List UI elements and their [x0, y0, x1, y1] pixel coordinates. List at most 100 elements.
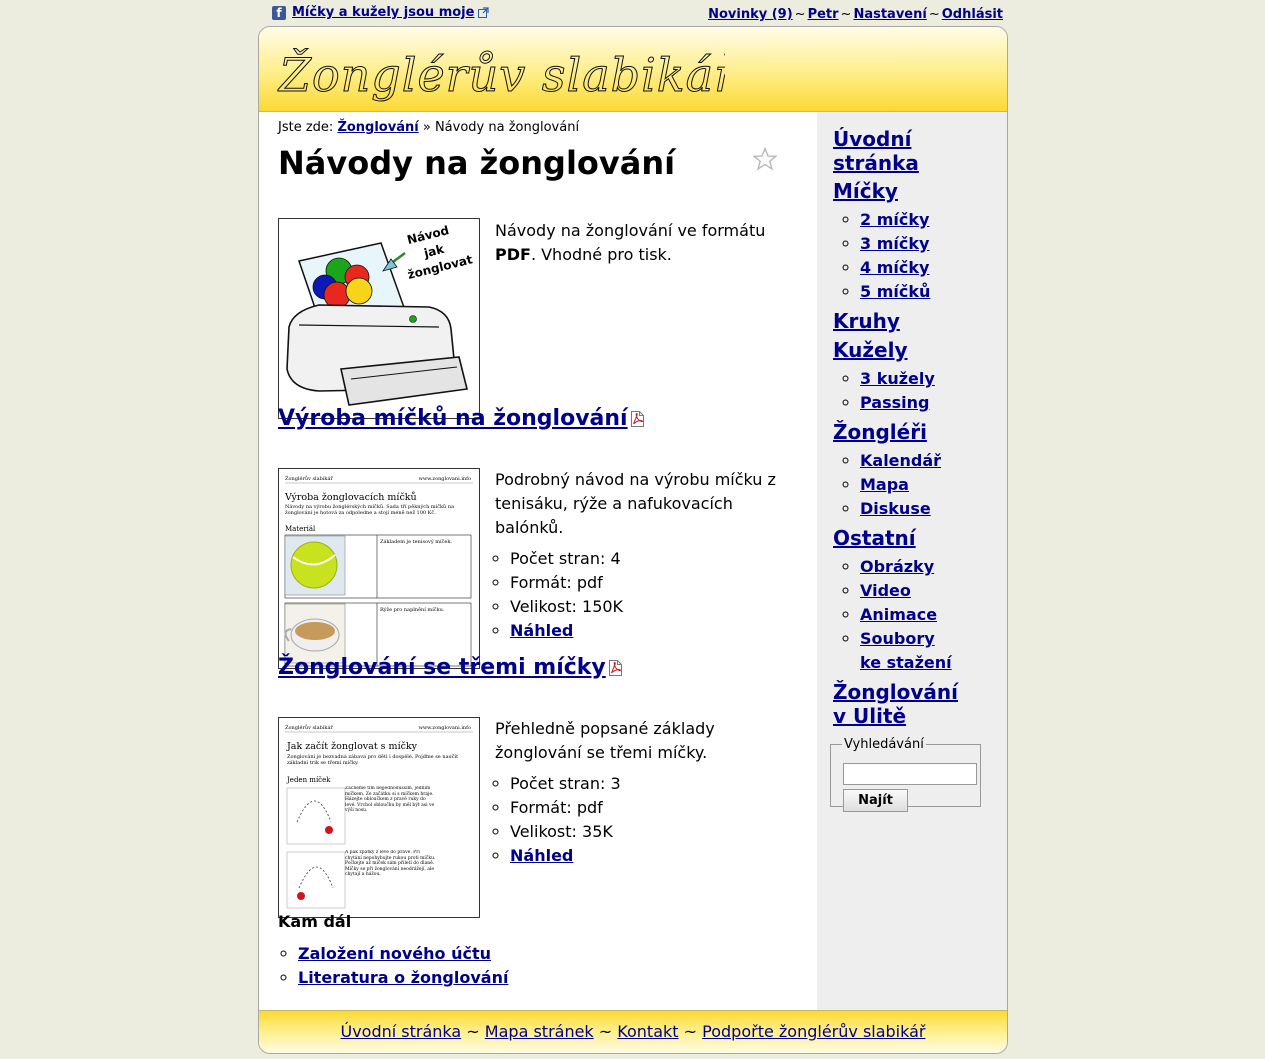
nav-map-link[interactable]: Mapa	[860, 475, 909, 494]
page-frame: Žonglérův slabikář Jste zde: Žonglování …	[258, 26, 1008, 1054]
nav-jugglers-block: Žongléři Kalendář Mapa Diskuse	[833, 420, 941, 521]
thumb-row-text: Základem je tenisový míček.	[380, 538, 452, 545]
nav-images-link[interactable]: Obrázky	[860, 557, 934, 576]
thumb-subheading: Jeden míček	[286, 776, 331, 784]
facebook-link-group: f Míčky a kužely jsou moje	[272, 5, 490, 20]
search-box: Vyhledávání Najít	[830, 737, 981, 812]
nav-ulita-line: Žonglování	[833, 680, 959, 704]
nav-video-link[interactable]: Video	[860, 581, 911, 600]
nav-5-balls-link[interactable]: 5 míčků	[860, 282, 930, 301]
nav-list-item: Obrázky	[860, 555, 952, 579]
separator: ~	[466, 1022, 480, 1041]
document-format: Formát: pdf	[510, 796, 621, 820]
document-pages: Počet stran: 4	[510, 547, 623, 571]
nav-passing-link[interactable]: Passing	[860, 393, 929, 412]
related-list-item: Literatura o žonglování	[298, 966, 508, 990]
separator: ~	[598, 1022, 613, 1041]
nav-rings-link[interactable]: Kruhy	[833, 309, 900, 333]
footer-contact-link[interactable]: Kontakt	[617, 1022, 678, 1041]
pdf-icon	[630, 411, 644, 427]
breadcrumb-current: Návody na žonglování	[434, 120, 580, 135]
document-link[interactable]: Výroba míčků na žonglování	[278, 406, 628, 431]
main-content: Jste zde: Žonglování » Návody na žonglov…	[259, 112, 817, 1010]
footer-sitemap-link[interactable]: Mapa stránek	[485, 1022, 594, 1041]
document-size: Velikost: 35K	[510, 820, 621, 844]
user-bar: f Míčky a kužely jsou moje Novinky (9) ~ P…	[272, 5, 1003, 23]
preview-link[interactable]: Náhled	[510, 621, 573, 640]
settings-link[interactable]: Nastavení	[853, 7, 926, 22]
nav-downloads-line: ke stažení	[860, 653, 952, 672]
nav-other-link[interactable]: Ostatní	[833, 526, 952, 550]
document-pages: Počet stran: 3	[510, 772, 621, 796]
breadcrumb-home-link[interactable]: Žonglování	[337, 120, 418, 135]
thumb-body: Návody na výrobu žonglérských míčků. Sad…	[285, 504, 455, 516]
literature-link[interactable]: Literatura o žonglování	[298, 968, 508, 987]
sidebar-nav: Úvodnístránka Míčky 2 míčky 3 míčky 4 mí…	[817, 112, 1007, 1010]
nav-home-line: stránka	[833, 151, 919, 175]
nav-home-block: Úvodní stránka	[833, 127, 919, 175]
site-logo[interactable]: Žonglérův slabikář	[275, 35, 726, 105]
document-thumbnail[interactable]: Žonglérův slabikář www.zonglovani.info V…	[278, 468, 480, 669]
preview-link[interactable]: Náhled	[510, 846, 573, 865]
nav-balls-block: Míčky 2 míčky 3 míčky 4 míčky 5 míčků	[833, 179, 930, 304]
nav-downloads-link[interactable]: Soubory ke stažení	[860, 629, 952, 672]
nav-3-clubs-link[interactable]: 3 kužely	[860, 369, 935, 388]
user-profile-link[interactable]: Petr	[808, 7, 839, 22]
nav-animation-link[interactable]: Animace	[860, 605, 937, 624]
nav-list-item: Animace	[860, 603, 952, 627]
search-legend: Vyhledávání	[844, 737, 924, 752]
site-header: Žonglérův slabikář	[259, 27, 1007, 112]
page-title: Návody na žonglování	[278, 144, 676, 182]
document-meta-list: Počet stran: 3 Formát: pdf Velikost: 35K…	[495, 772, 621, 868]
printer-image: Návod jak žonglovat	[286, 223, 474, 406]
nav-balls-list: 2 míčky 3 míčky 4 míčky 5 míčků	[833, 208, 930, 304]
thumb-header-right: www.zonglovani.info	[419, 476, 471, 482]
related-list-item: Založení nového účtu	[298, 942, 508, 966]
nav-list-item: 2 míčky	[860, 208, 930, 232]
nav-2-balls-link[interactable]: 2 míčky	[860, 210, 929, 229]
search-button[interactable]: Najít	[843, 789, 908, 812]
separator: ~	[683, 1022, 698, 1041]
footer-support-link[interactable]: Podpořte žonglérův slabikář	[702, 1022, 925, 1041]
nav-jugglers-list: Kalendář Mapa Diskuse	[833, 449, 941, 521]
nav-list-item: 3 kužely	[860, 367, 935, 391]
preview-list-item: Náhled	[510, 844, 621, 868]
document-thumbnail[interactable]: Žonglérův slabikář www.zonglovani.info J…	[278, 717, 480, 918]
nav-clubs-block: Kužely 3 kužely Passing	[833, 338, 935, 415]
nav-3-balls-link[interactable]: 3 míčky	[860, 234, 929, 253]
create-account-link[interactable]: Založení nového účtu	[298, 944, 491, 963]
search-input[interactable]	[843, 763, 977, 785]
related-heading: Kam dál	[278, 912, 352, 931]
bookmark-star-icon[interactable]	[753, 147, 777, 171]
nav-discussion-link[interactable]: Diskuse	[860, 499, 931, 518]
nav-list-item: Kalendář	[860, 449, 941, 473]
nav-list-item: Video	[860, 579, 952, 603]
nav-list-item: Diskuse	[860, 497, 941, 521]
logout-link[interactable]: Odhlásit	[942, 7, 1003, 22]
nav-calendar-link[interactable]: Kalendář	[860, 451, 941, 470]
nav-list-item: 4 míčky	[860, 256, 930, 280]
printer-illustration: Návod jak žonglovat	[278, 218, 480, 419]
breadcrumb-prefix: Jste zde:	[278, 120, 334, 135]
document-link[interactable]: Žonglování se třemi míčky	[278, 655, 606, 680]
nav-ulita-link[interactable]: Žonglování v Ulitě	[833, 680, 958, 728]
nav-home-link[interactable]: Úvodní stránka	[833, 127, 919, 175]
separator: ~	[794, 7, 806, 22]
facebook-page-link[interactable]: Míčky a kužely jsou moje	[292, 5, 474, 20]
news-link[interactable]: Novinky (9)	[708, 7, 793, 22]
nav-list-item: Soubory ke stažení	[860, 627, 952, 675]
nav-rings-block: Kruhy	[833, 309, 900, 333]
nav-4-balls-link[interactable]: 4 míčky	[860, 258, 929, 277]
thumb-row-text: Rýže pro naplnění míčku.	[380, 606, 445, 613]
nav-jugglers-link[interactable]: Žongléři	[833, 420, 941, 444]
intro-text: Návody na žonglování ve formátu PDF. Vho…	[495, 219, 780, 267]
footer-home-link[interactable]: Úvodní stránka	[340, 1022, 461, 1041]
nav-other-list: Obrázky Video Animace Soubory ke stažení	[833, 555, 952, 675]
nav-clubs-link[interactable]: Kužely	[833, 338, 935, 362]
facebook-icon: f	[272, 5, 286, 20]
thumb-heading: Výroba žonglovacích míčků	[284, 491, 417, 503]
breadcrumb-separator: »	[422, 120, 431, 135]
nav-balls-link[interactable]: Míčky	[833, 179, 930, 203]
thumb-header-left: Žonglérův slabikář	[285, 723, 333, 731]
printer-text-line: Návod	[406, 223, 451, 247]
